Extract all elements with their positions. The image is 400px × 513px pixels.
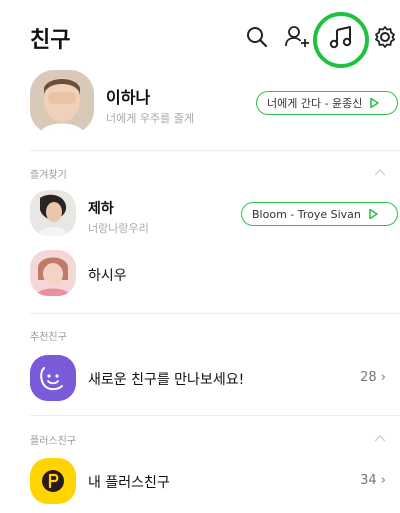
list-item[interactable]: 하시우 xyxy=(0,250,400,300)
play-icon xyxy=(370,97,380,109)
plus-friends-label: 내 플러스친구 xyxy=(88,475,170,491)
divider xyxy=(30,150,400,151)
recommended-label: 새로운 친구를 만나보세요! xyxy=(88,372,245,388)
friend-music-label: Bloom - Troye Sivan xyxy=(252,207,361,221)
friend-status-message: 너랑나랑우리 xyxy=(88,222,149,235)
friend-name: 제하 xyxy=(88,201,114,217)
section-label-recommended: 추천친구 xyxy=(30,332,67,343)
avatar xyxy=(30,70,94,134)
chevron-right-icon: › xyxy=(380,370,386,385)
chevron-up-icon[interactable] xyxy=(374,168,386,176)
avatar xyxy=(30,250,76,296)
recommended-friends-row[interactable]: 새로운 친구를 만나보세요! 28 › xyxy=(0,355,400,403)
list-item[interactable]: 제하 너랑나랑우리 Bloom - Troye Sivan xyxy=(0,190,400,240)
profile-status-message: 너에게 우주를 줄게 xyxy=(106,112,194,125)
add-friend-icon[interactable] xyxy=(284,24,310,50)
avatar xyxy=(30,190,76,236)
my-profile-row[interactable]: 이하나 너에게 우주를 줄게 너에게 간다 - 윤종신 xyxy=(0,70,400,148)
plus-friends-count: 34 › xyxy=(360,473,386,488)
header-bar: 친구 xyxy=(0,0,400,78)
plus-friend-icon xyxy=(30,458,76,504)
divider xyxy=(30,313,400,314)
section-label-favorites: 즐겨찾기 xyxy=(30,170,67,181)
smile-icon xyxy=(30,355,76,401)
play-icon xyxy=(369,208,378,220)
count-value: 34 xyxy=(360,473,377,488)
plus-friends-row[interactable]: 내 플러스친구 34 › xyxy=(0,458,400,506)
friend-music-pill[interactable]: Bloom - Troye Sivan xyxy=(241,202,398,226)
chevron-up-icon[interactable] xyxy=(374,434,386,442)
section-label-plus-friends: 플러스친구 xyxy=(30,436,76,447)
search-icon[interactable] xyxy=(244,24,270,50)
count-value: 28 xyxy=(360,370,377,385)
friend-name: 하시우 xyxy=(88,268,127,284)
chevron-right-icon: › xyxy=(380,473,386,488)
profile-music-pill[interactable]: 너에게 간다 - 윤종신 xyxy=(256,91,398,115)
profile-music-label: 너에게 간다 - 윤종신 xyxy=(267,97,363,110)
page-title: 친구 xyxy=(30,28,71,53)
divider xyxy=(30,415,400,416)
music-icon-highlight-circle xyxy=(313,12,369,68)
profile-name: 이하나 xyxy=(106,88,151,107)
settings-icon[interactable] xyxy=(372,24,398,50)
recommended-count: 28 › xyxy=(360,370,386,385)
